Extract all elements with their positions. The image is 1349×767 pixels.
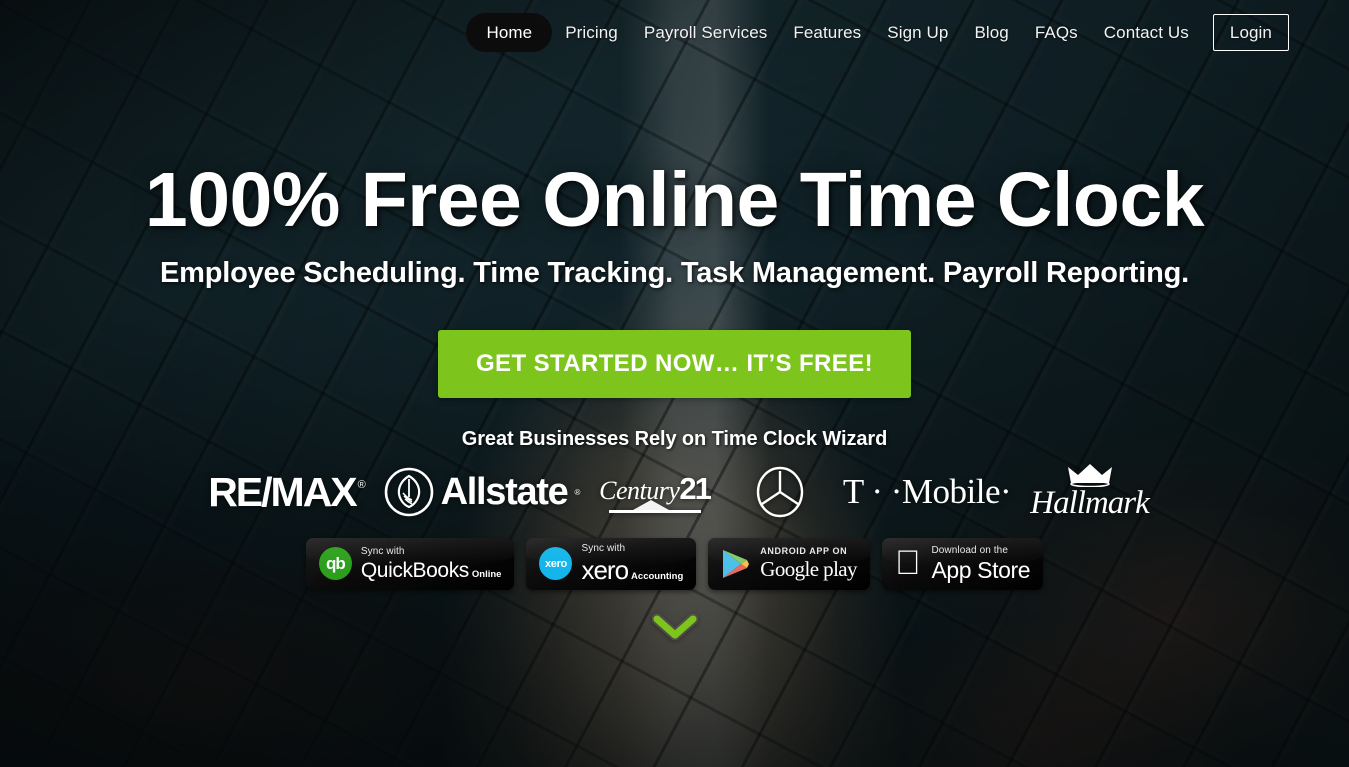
- nav-payroll-services[interactable]: Payroll Services: [631, 14, 780, 51]
- brand-logo-row: RE/MAX ® Allstate ® Century21 T · ·Mobil…: [175, 463, 1175, 522]
- google-play-badge-big: Google play: [760, 557, 857, 582]
- nav-home[interactable]: Home: [466, 13, 553, 52]
- xero-badge-text: Sync with xero Accounting: [581, 543, 683, 584]
- crown-icon: [1067, 463, 1112, 487]
- century21-roof-mark: [608, 500, 701, 514]
- tmobile-logo: T · ·Mobile·: [832, 472, 1022, 512]
- xero-badge-name: xero: [581, 555, 629, 586]
- hero-section: 100% Free Online Time Clock Employee Sch…: [0, 0, 1349, 767]
- xero-sync-badge[interactable]: xero Sync with xero Accounting: [526, 537, 697, 590]
- app-store-badge[interactable]:  Download on the App Store: [881, 537, 1044, 590]
- allstate-logo: Allstate ®: [382, 467, 582, 517]
- google-play-icon: [721, 548, 751, 580]
- nav-login[interactable]: Login: [1212, 14, 1289, 51]
- app-store-badge-text: Download on the App Store: [918, 544, 1030, 583]
- main-navigation: Home Pricing Payroll Services Features Sign …: [0, 0, 1349, 68]
- nav-list: Home Pricing Payroll Services Features Sign …: [466, 13, 1289, 52]
- app-store-badge-small: Download on the: [918, 544, 1007, 556]
- google-play-badge[interactable]: ANDROID APP ON Google play: [708, 537, 870, 590]
- nav-sign-up[interactable]: Sign Up: [874, 14, 961, 51]
- hallmark-logo-text: Hallmark: [1030, 484, 1149, 521]
- get-started-button[interactable]: GET STARTED NOW… IT’S FREE!: [437, 329, 911, 398]
- century21-number: 21: [679, 471, 712, 507]
- nav-pricing[interactable]: Pricing: [552, 14, 631, 51]
- trust-label: Great Businesses Rely on Time Clock Wiza…: [461, 427, 888, 450]
- nav-faqs[interactable]: FAQs: [1022, 14, 1091, 51]
- store-badge-row: qb Sync with QuickBooks Online xero Sync…: [305, 537, 1044, 590]
- tmobile-logo-text: T · ·Mobile·: [842, 472, 1012, 512]
- hero-subtitle: Employee Scheduling. Time Tracking. Task…: [160, 256, 1189, 289]
- nav-contact-us[interactable]: Contact Us: [1091, 14, 1202, 51]
- nav-blog[interactable]: Blog: [961, 14, 1021, 51]
- quickbooks-badge-tiny: Online: [471, 568, 502, 580]
- allstate-registered-mark: ®: [574, 487, 581, 497]
- xero-badge-tiny: Accounting: [631, 571, 684, 583]
- allstate-hands-icon: [384, 468, 433, 517]
- quickbooks-badge-small: Sync with: [360, 545, 405, 557]
- hallmark-logo: Hallmark: [1022, 463, 1157, 522]
- google-play-badge-text: ANDROID APP ON Google play: [760, 547, 857, 580]
- quickbooks-badge-big: QuickBooks Online: [361, 560, 502, 581]
- app-store-badge-big: App Store: [918, 556, 1030, 583]
- xero-badge-big: xero Accounting: [581, 557, 683, 583]
- quickbooks-badge-name: QuickBooks: [360, 558, 469, 582]
- apple-icon: : [895, 546, 921, 580]
- quickbooks-sync-badge[interactable]: qb Sync with QuickBooks Online: [305, 537, 515, 590]
- google-play-badge-small: ANDROID APP ON: [760, 546, 848, 557]
- remax-registered-mark: ®: [357, 479, 366, 492]
- remax-logo-text: RE/MAX: [208, 468, 357, 515]
- chevron-down-icon[interactable]: [651, 612, 698, 649]
- page-title: 100% Free Online Time Clock: [144, 157, 1205, 243]
- mercedes-benz-logo: [727, 466, 832, 518]
- allstate-logo-text: Allstate: [440, 470, 569, 513]
- quickbooks-icon: qb: [318, 547, 352, 581]
- quickbooks-badge-text: Sync with QuickBooks Online: [360, 545, 502, 581]
- century21-logo: Century21: [582, 471, 727, 514]
- xero-icon: xero: [539, 547, 573, 581]
- nav-features[interactable]: Features: [780, 14, 874, 51]
- mercedes-star-icon: [756, 467, 803, 518]
- xero-badge-small: Sync with: [581, 543, 626, 555]
- remax-logo: RE/MAX ®: [192, 469, 382, 516]
